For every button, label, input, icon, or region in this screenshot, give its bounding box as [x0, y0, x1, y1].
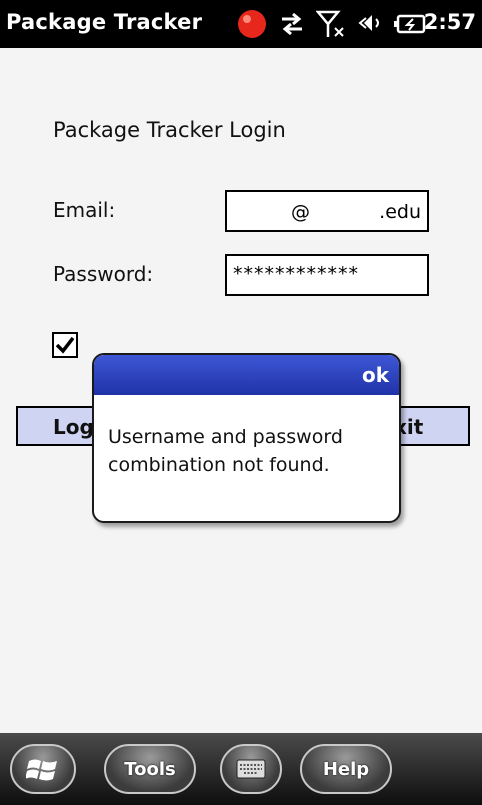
login-form: Package Tracker Login Email: @ .edu Pass… [0, 48, 482, 733]
email-at-symbol: @ [291, 201, 310, 223]
start-button[interactable] [10, 744, 76, 794]
app-title: Package Tracker [6, 10, 203, 34]
keyboard-icon [236, 759, 266, 779]
dialog-message: Username and password combination not fo… [108, 426, 343, 476]
no-signal-icon [316, 10, 344, 37]
email-label: Email: [53, 198, 116, 222]
dialog-header: ok [94, 355, 399, 395]
password-label: Password: [53, 262, 154, 286]
help-button[interactable]: Help [300, 744, 392, 794]
error-dialog: ok Username and password combination not… [92, 353, 401, 523]
email-field[interactable]: @ .edu [225, 190, 429, 232]
data-sync-icon [282, 12, 302, 36]
password-field[interactable]: ************ [225, 254, 429, 296]
bottom-bar: Tools Help [0, 733, 482, 805]
checkmark-icon [55, 336, 75, 354]
dialog-ok-button[interactable]: ok [362, 363, 389, 387]
volume-icon [358, 15, 379, 31]
email-domain: .edu [379, 201, 421, 223]
remember-checkbox[interactable] [52, 332, 78, 358]
title-bar: Package Tracker 2:57 [0, 0, 482, 48]
status-icons [236, 8, 428, 40]
clock: 2:57 [423, 10, 476, 34]
login-heading: Package Tracker Login [53, 118, 286, 142]
keyboard-button[interactable] [220, 744, 282, 794]
windows-logo-icon [26, 759, 57, 781]
recording-indicator-icon [238, 10, 266, 38]
tools-button[interactable]: Tools [104, 744, 196, 794]
